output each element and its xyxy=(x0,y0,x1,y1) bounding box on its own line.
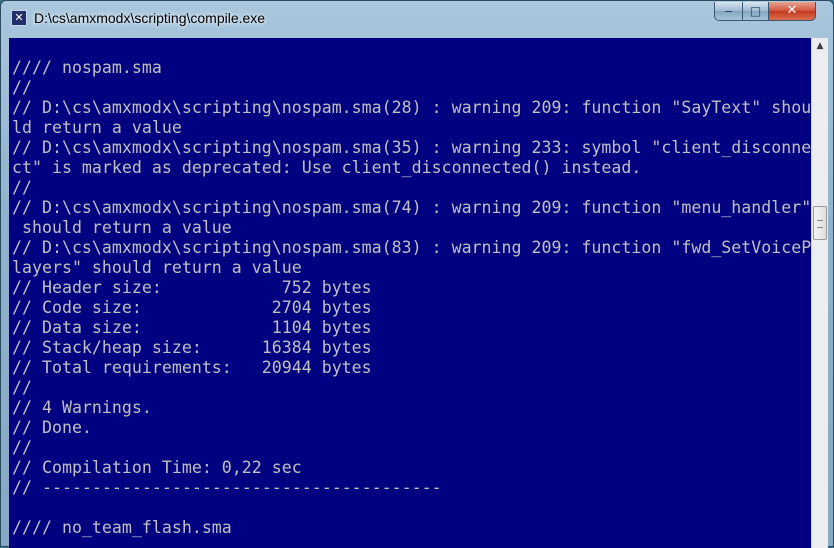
console-output[interactable]: //// nospam.sma//// D:\cs\amxmodx\script… xyxy=(9,38,811,548)
console-line: // xyxy=(12,438,32,457)
console-line: //// nospam.sma xyxy=(12,58,162,77)
console-line: // Data size: 1104 bytes xyxy=(12,318,372,337)
title-bar[interactable]: ✕ D:\cs\amxmodx\scripting\compile.exe ‒ … xyxy=(1,1,833,37)
maximize-button[interactable]: □ xyxy=(742,2,769,21)
console-text: //// nospam.sma//// D:\cs\amxmodx\script… xyxy=(12,58,811,538)
console-line: layers" should return a value xyxy=(12,258,302,277)
close-icon: ✕ xyxy=(786,3,798,18)
scroll-thumb[interactable] xyxy=(813,206,827,240)
console-line: // D:\cs\amxmodx\scripting\nospam.sma(74… xyxy=(12,198,811,217)
minimize-button[interactable]: ‒ xyxy=(714,2,743,21)
console-line: // xyxy=(12,378,32,397)
console-line: should return a value xyxy=(12,218,232,237)
console-line: // Header size: 752 bytes xyxy=(12,278,372,297)
console-line: // Total requirements: 20944 bytes xyxy=(12,358,372,377)
console-line: ct" is marked as deprecated: Use client_… xyxy=(12,158,642,177)
close-button[interactable]: ✕ xyxy=(768,2,816,21)
console-line: // Done. xyxy=(12,418,92,437)
cmd-icon[interactable]: ✕ xyxy=(11,10,27,26)
console-line: // -------------------------------------… xyxy=(12,478,442,497)
console-line: // xyxy=(12,78,32,97)
console-line: // D:\cs\amxmodx\scripting\nospam.sma(83… xyxy=(12,238,811,257)
window-title: D:\cs\amxmodx\scripting\compile.exe xyxy=(34,10,266,26)
vertical-scrollbar[interactable]: ▲ xyxy=(811,38,828,548)
console-line: // Stack/heap size: 16384 bytes xyxy=(12,338,372,357)
grip-icon xyxy=(817,220,823,228)
minimize-icon: ‒ xyxy=(724,4,733,18)
console-line: // D:\cs\amxmodx\scripting\nospam.sma(28… xyxy=(12,98,811,117)
console-line: // xyxy=(12,178,32,197)
console-line: // D:\cs\amxmodx\scripting\nospam.sma(35… xyxy=(12,138,811,157)
console-line: // Code size: 2704 bytes xyxy=(12,298,372,317)
console-line: //// no_team_flash.sma xyxy=(12,518,232,537)
console-window: ✕ D:\cs\amxmodx\scripting\compile.exe ‒ … xyxy=(0,0,834,548)
maximize-icon: □ xyxy=(749,4,762,18)
scroll-up-arrow-icon[interactable]: ▲ xyxy=(812,38,828,55)
console-line: ld return a value xyxy=(12,118,182,137)
console-line: // 4 Warnings. xyxy=(12,398,152,417)
console-line: // Compilation Time: 0,22 sec xyxy=(12,458,302,477)
